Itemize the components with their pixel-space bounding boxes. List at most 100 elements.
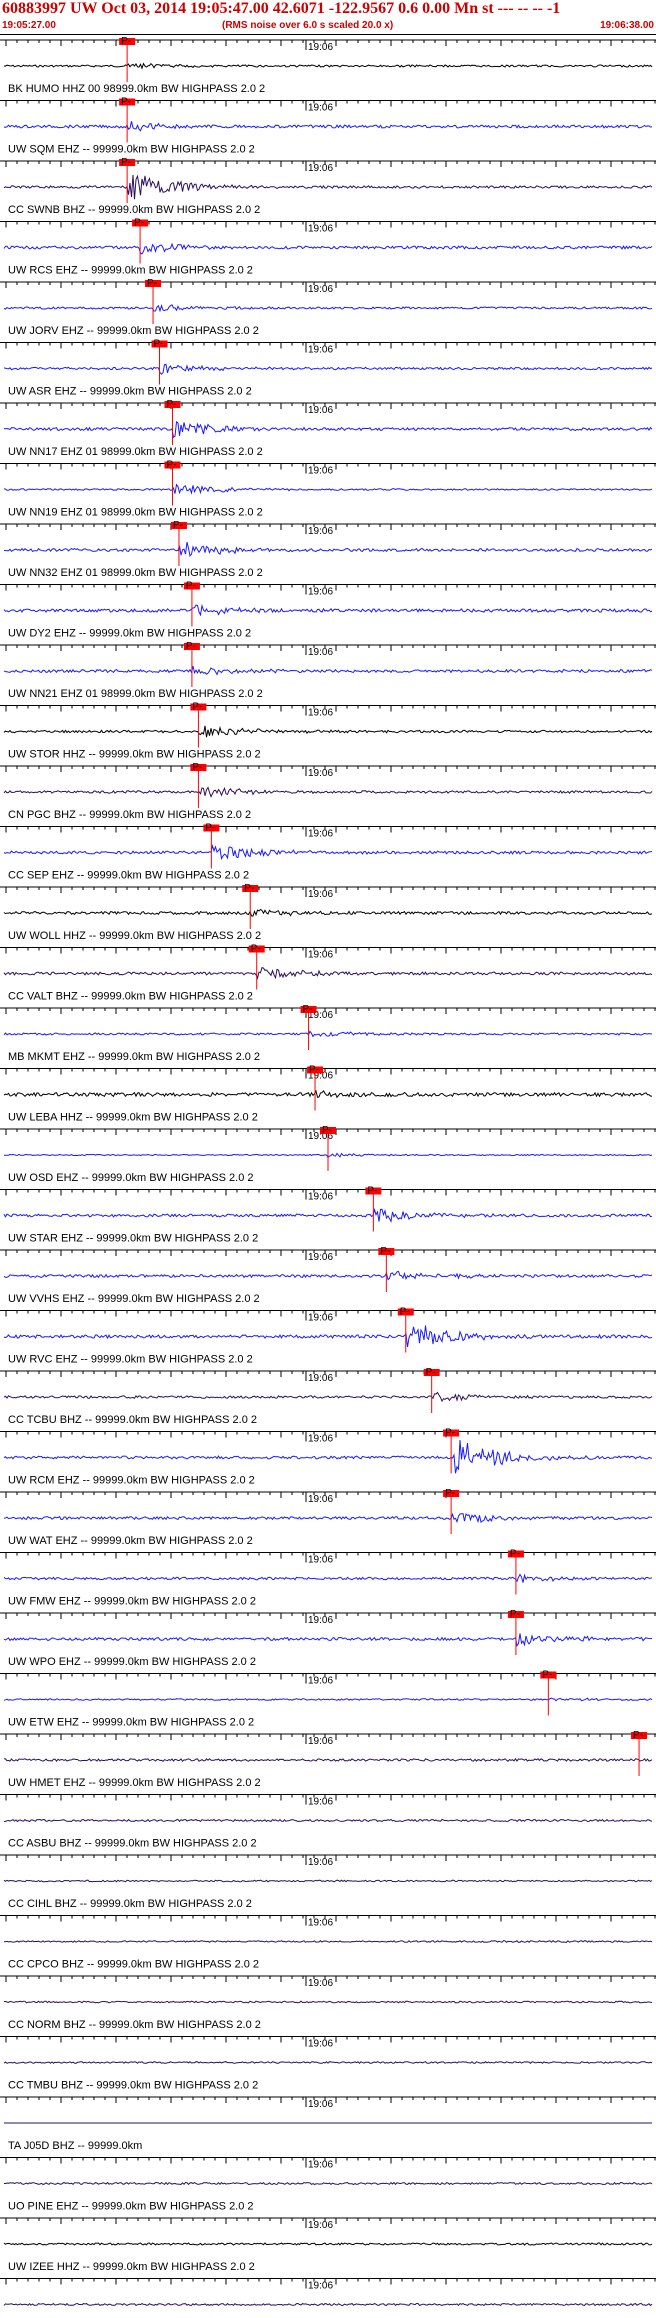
pick-label: P-	[400, 1307, 410, 1318]
waveform	[3, 1879, 653, 1883]
waveform	[3, 1439, 653, 1474]
station-label: CC SEP EHZ -- 99999.0km BW HIGHPASS 2.0 …	[8, 870, 249, 882]
station-label: CN PGC BHZ -- 99999.0km BW HIGHPASS 2.0 …	[8, 809, 251, 821]
minute-label: 19:06	[308, 526, 333, 537]
pick-label: P-	[367, 1186, 377, 1197]
station-label: UO PINE EHZ -- 99999.0km BW HIGHPASS 2.0…	[8, 2201, 254, 2213]
station-label: TA J05D BHZ -- 99999.0km	[8, 2140, 142, 2152]
minute-label: 19:06	[308, 1736, 333, 1747]
station-label: UW IZEE HHZ -- 99999.0km BW HIGHPASS 2.0…	[8, 2261, 255, 2273]
pick-label: P-	[121, 157, 131, 168]
waveform	[3, 1512, 653, 1524]
station-label: UW STAR EHZ -- 99999.0km BW HIGHPASS 2.0…	[8, 1233, 258, 1245]
minute-label: 19:06	[308, 2099, 333, 2110]
station-label: CC CPCO BHZ -- 99999.0km BW HIGHPASS 2.0…	[8, 1959, 259, 1971]
pick-label: P-	[303, 1004, 313, 1015]
minute-label: 19:06	[308, 1494, 333, 1505]
station-label: BK HUMO HHZ 00 98999.0km BW HIGHPASS 2.0…	[8, 83, 265, 95]
trace-row: 19:06 P- BK HUMO HHZ 00 98999.0km BW HIGHP…	[0, 36, 656, 95]
station-label: UW WAT EHZ -- 99999.0km BW HIGHPASS 2.0 …	[8, 1535, 253, 1547]
station-label: UW STOR HHZ -- 99999.0km BW HIGHPASS 2.0…	[8, 749, 261, 761]
waveform	[3, 725, 653, 738]
trace-row: 19:06 P- CC SWNB BHZ -- 99999.0km BW HIGHP…	[0, 157, 656, 216]
station-label: UW VVHS EHZ -- 99999.0km BW HIGHPASS 2.0…	[8, 1293, 260, 1305]
waveform	[3, 1391, 653, 1403]
minute-label: 19:06	[308, 2039, 333, 2050]
minute-label: 19:06	[308, 1252, 333, 1263]
minute-label: 19:06	[308, 42, 333, 53]
pick-label: P-	[510, 1609, 520, 1620]
pick-label: P-	[445, 1488, 455, 1499]
pick-label: P-	[134, 218, 144, 229]
trace-row: 19:06 CC NORM BHZ -- 99999.0km BW HIGHPAS…	[0, 1975, 656, 2031]
station-label: UW SQM EHZ -- 99999.0km BW HIGHPASS 2.0 …	[8, 144, 255, 156]
minute-label: 19:06	[308, 1615, 333, 1626]
pick-label: P-	[445, 1428, 455, 1439]
trace-row: 19:06 P- UW SQM EHZ -- 99999.0km BW HIGHPA…	[0, 97, 656, 156]
station-label: UW HMET EHZ -- 99999.0km BW HIGHPASS 2.0…	[8, 1777, 261, 1789]
waveform	[3, 843, 653, 861]
minute-label: 19:06	[308, 768, 333, 779]
trace-row: 19:06 CC CIHL BHZ -- 99999.0km BW HIGHPAS…	[0, 1854, 656, 1910]
station-label: UW WPO EHZ -- 99999.0km BW HIGHPASS 2.0 …	[8, 1656, 256, 1668]
waveform	[3, 665, 653, 676]
trace-row: 19:06 P- UW ASR EHZ -- 99999.0km BW HIGHPA…	[0, 339, 656, 398]
trace-row: 19:06 P- UW NN32 EHZ 01 98999.0km BW HIGHP…	[0, 520, 656, 579]
trace-row: 19:06 P- UW NN21 EHZ 01 98999.0km BW HIGHP…	[0, 641, 656, 700]
trace-row: 19:06 TA J05D BHZ -- 99999.0km	[0, 2096, 656, 2152]
pick-label: P-	[192, 702, 202, 713]
minute-label: 19:06	[308, 1313, 333, 1324]
station-label: MB MKMT EHZ -- 99999.0km BW HIGHPASS 2.0…	[8, 1051, 260, 1063]
waveform	[4, 1818, 653, 1823]
trace-row: 19:06 P- CC SEP EHZ -- 99999.0km BW HIGHPA…	[0, 823, 656, 882]
trace-row: 19:06 P- UW ETW EHZ -- 99999.0km BW HIGHPA…	[0, 1670, 656, 1729]
minute-label: 19:06	[308, 950, 333, 961]
station-label: CC TCBU BHZ -- 99999.0km BW HIGHPASS 2.0…	[8, 1414, 257, 1426]
pick-label: P-	[426, 1367, 436, 1378]
station-label: UW NN17 EHZ 01 98999.0km BW HIGHPASS 2.0…	[8, 446, 263, 458]
pick-label: P-	[542, 1670, 552, 1681]
waveform	[3, 174, 653, 200]
waveform	[3, 966, 653, 980]
minute-label: 19:06	[308, 829, 333, 840]
trace-row: 19:06 UW IZEE HHZ -- 99999.0km BW HIGHPAS…	[0, 2217, 656, 2273]
trace-row: 19:06 CC CPCO BHZ -- 99999.0km BW HIGHPAS…	[0, 1915, 656, 1971]
trace-row: 19:06 P- UW HMET EHZ -- 99999.0km BW HIGHP…	[0, 1730, 656, 1789]
trace-row: 19:06P-MB MKMT EHZ -- 99999.0km BW HIGHP…	[0, 1004, 656, 1063]
station-label: UW OSD EHZ -- 99999.0km BW HIGHPASS 2.0 …	[8, 1172, 254, 1184]
pick-label: P-	[147, 278, 157, 289]
minute-label: 19:06	[308, 1857, 333, 1868]
waveform	[4, 2000, 653, 2004]
waveform	[3, 2302, 653, 2307]
minute-label: 19:06	[308, 405, 333, 416]
waveform	[3, 603, 653, 617]
waveform	[3, 786, 653, 798]
waveform	[3, 2181, 653, 2186]
station-label: CC TMBU BHZ -- 99999.0km BW HIGHPASS 2.0…	[8, 2080, 258, 2092]
pick-label: P-	[251, 944, 261, 955]
minute-label: 19:06	[308, 708, 333, 719]
pick-label: P-	[205, 823, 215, 834]
waveform	[3, 1089, 653, 1099]
minute-label: 19:06	[308, 163, 333, 174]
trace-row: 19:06 CC TMBU BHZ -- 99999.0km BW HIGHPAS…	[0, 2036, 656, 2092]
minute-label: 19:06	[308, 587, 333, 598]
minute-label: 19:06	[308, 345, 333, 356]
trace-row: 19:06 P- UW WAT EHZ -- 99999.0km BW HIGHPA…	[0, 1488, 656, 1547]
pick-label: P-	[121, 36, 131, 47]
minute-label: 19:06	[308, 889, 333, 900]
minute-label: 19:06	[308, 1192, 333, 1203]
minute-label: 19:06	[308, 1373, 333, 1384]
pick-label: P-	[380, 1246, 390, 1257]
waveform	[3, 1757, 653, 1763]
minute-label: 19:06	[308, 466, 333, 477]
station-label: UW RCM EHZ -- 99999.0km BW HIGHPASS 2.0 …	[8, 1475, 255, 1487]
minute-label: 19:06	[308, 1978, 333, 1989]
waveform	[3, 1633, 653, 1647]
trace-row: 19:06 P- UW WPO EHZ -- 99999.0km BW HIGHPA…	[0, 1609, 656, 1668]
waveform	[3, 304, 653, 313]
pick-label: P-	[186, 581, 196, 592]
station-label: CC VALT BHZ -- 99999.0km BW HIGHPASS 2.0…	[8, 991, 253, 1003]
trace-row: 19:06 P- UW RCM EHZ -- 99999.0km BW HIGHPA…	[0, 1428, 656, 1487]
trace-row: 19:06 P- UW WOLL HHZ -- 99999.0km BW HIGHP…	[0, 883, 656, 942]
